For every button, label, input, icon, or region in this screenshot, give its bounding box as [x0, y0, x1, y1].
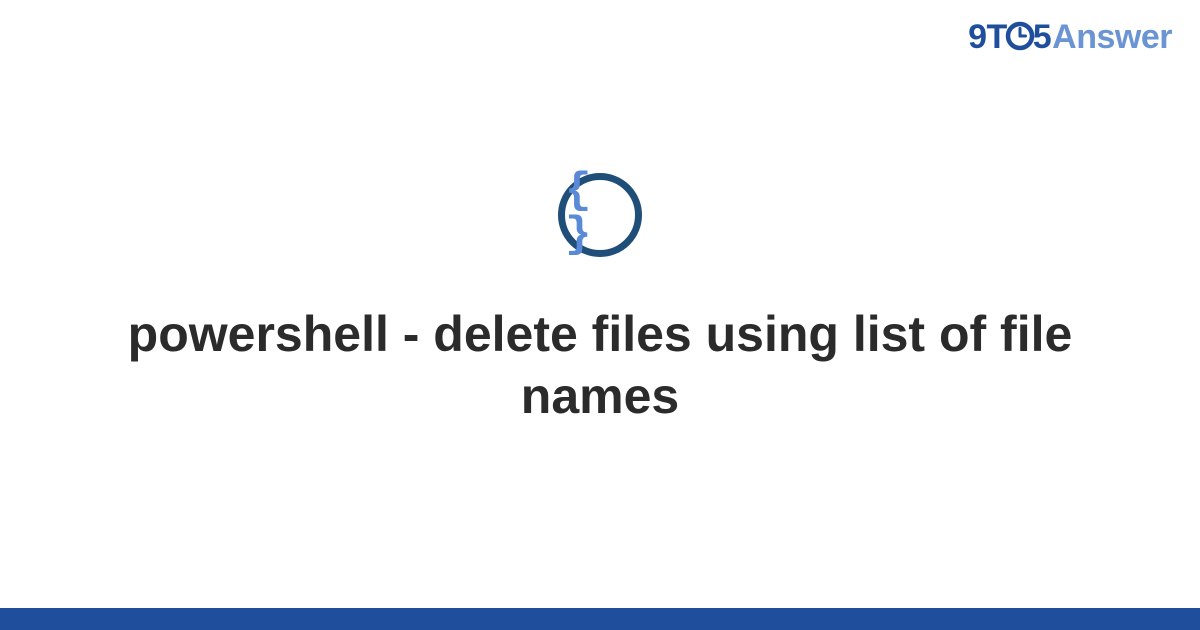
footer-bar — [0, 608, 1200, 630]
page-title: powershell - delete files using list of … — [100, 303, 1100, 428]
code-braces-icon: { } — [565, 169, 635, 257]
topic-badge: { } — [558, 173, 642, 257]
main-content: { } powershell - delete files using list… — [0, 0, 1200, 630]
